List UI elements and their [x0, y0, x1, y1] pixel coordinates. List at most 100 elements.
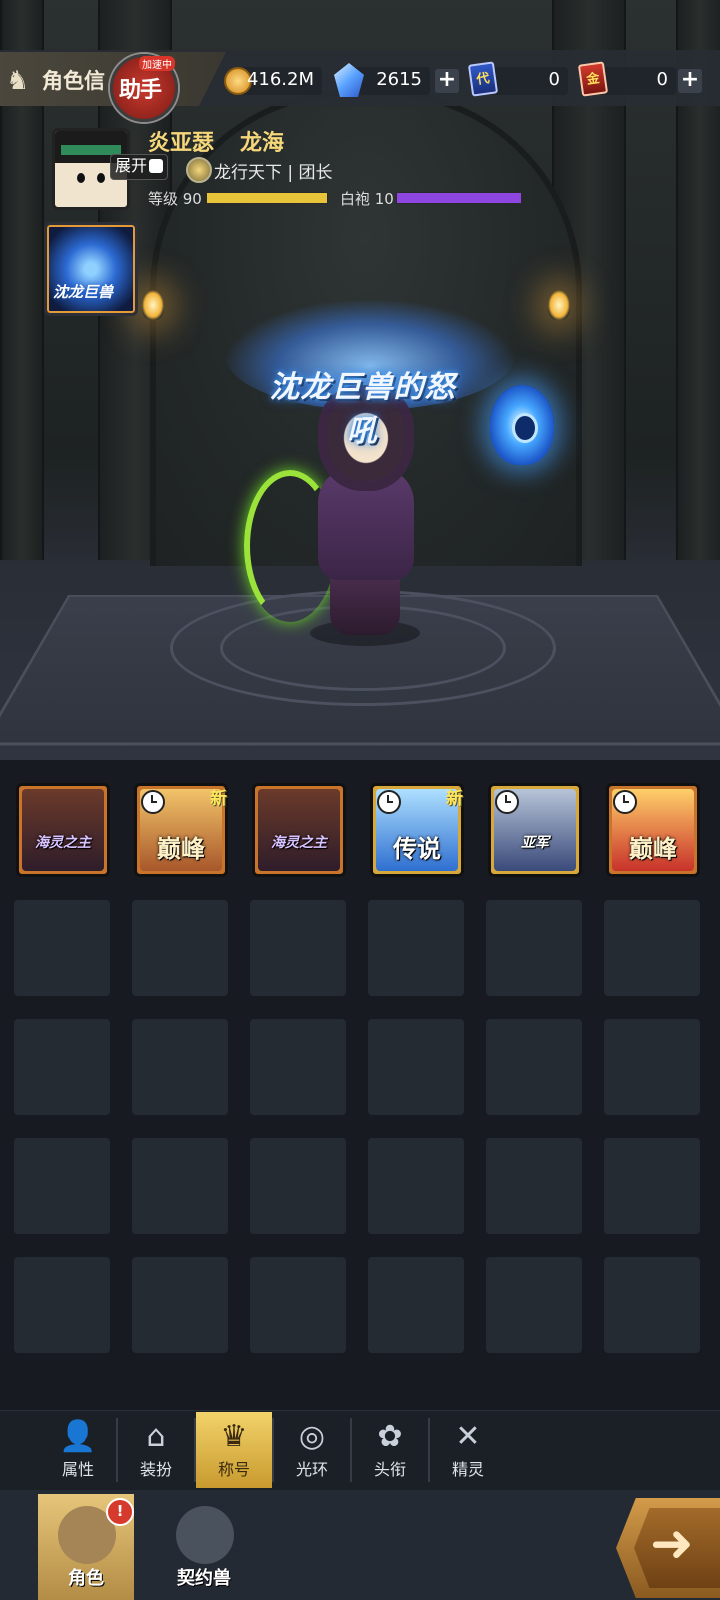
hanger-icon: ⌂ [146, 1419, 166, 1454]
next-button[interactable]: ➜ [616, 1498, 720, 1598]
paw-icon [176, 1506, 234, 1564]
tab-crown[interactable]: ♛ 称号 [196, 1412, 272, 1488]
title-item-art [22, 789, 104, 871]
title-item-label: 海灵之主 [271, 835, 327, 851]
clock-icon [495, 790, 519, 814]
empty-slot [368, 1019, 464, 1115]
torch-icon [548, 290, 570, 320]
empty-slot [486, 1257, 582, 1353]
guild-emblem-icon [186, 157, 212, 183]
page-title: 角色信 [42, 69, 105, 93]
helmet-icon: ♞ [6, 66, 30, 96]
assist-badge: 加速中 [139, 56, 175, 71]
empty-slot [604, 1138, 700, 1234]
tab-label: 属性 [61, 1460, 94, 1479]
blue-card-icon: 代 [467, 61, 499, 97]
assist-label: 助手 [119, 78, 162, 103]
title-item-label: 亚军 [521, 835, 549, 851]
empty-slot [368, 900, 464, 996]
guild-info[interactable]: 龙行天下 | 团长 [214, 158, 333, 183]
tab-halo[interactable]: ◎ 光环 [274, 1412, 350, 1488]
empty-slot [368, 1257, 464, 1353]
server-name: 龙海 [240, 131, 285, 156]
hero-armor [318, 470, 414, 580]
tab-person[interactable]: 👤 属性 [40, 1412, 116, 1488]
blue-spirit-pet[interactable] [490, 385, 554, 465]
gold-value: 416.2M [246, 69, 314, 90]
empty-slot [14, 1138, 110, 1234]
add-diamond-button[interactable]: + [435, 69, 459, 93]
title-item[interactable]: 海灵之主 [16, 783, 110, 877]
empty-slot [132, 1138, 228, 1234]
person-icon: 👤 [59, 1419, 97, 1454]
gold-counter: 416.2M [224, 67, 322, 95]
tab-emblem[interactable]: ✿ 头衔 [352, 1412, 428, 1488]
title-item-label: 传说 [393, 835, 441, 863]
hero-legs [330, 575, 400, 635]
empty-slot [14, 1019, 110, 1115]
character-scene: 沈龙巨兽的怒吼 [0, 0, 720, 760]
empty-slot [250, 1257, 346, 1353]
tab-label: 称号 [217, 1460, 250, 1479]
blue-card-counter: 代 0 [467, 61, 568, 97]
tab-character-label: 角色 [68, 1568, 104, 1589]
clock-icon [141, 790, 165, 814]
rank-progress-bar [396, 192, 522, 204]
blue-card-value: 0 [548, 69, 560, 90]
player-name: 炎亚瑟 [148, 131, 215, 156]
title-item[interactable]: 亚军 [488, 783, 582, 877]
empty-slot [486, 1138, 582, 1234]
expand-label: 展开 [115, 156, 148, 175]
empty-slot [132, 900, 228, 996]
new-badge: 新 [210, 789, 227, 809]
title-item[interactable]: 巅峰 新 [134, 783, 228, 877]
tab-label: 精灵 [451, 1460, 484, 1479]
empty-slot [604, 1019, 700, 1115]
tab-label: 装扮 [139, 1460, 172, 1479]
pet-thumbnail[interactable]: 沈龙巨兽 [44, 222, 138, 316]
avatar-eye [77, 173, 85, 183]
spirit-icon: ✕ [455, 1419, 481, 1454]
empty-slot [604, 1257, 700, 1353]
add-red-card-button[interactable]: + [678, 69, 702, 93]
tab-label: 光环 [295, 1460, 328, 1479]
alert-badge: ! [106, 1498, 134, 1526]
title-item-label: 巅峰 [157, 835, 205, 863]
title-item-label: 海灵之主 [35, 835, 91, 851]
arrow-right-icon: ➜ [650, 1514, 694, 1574]
title-item[interactable]: 海灵之主 [252, 783, 346, 877]
red-card-icon: 金 [577, 61, 609, 97]
diamond-counter: 2615 [334, 63, 430, 97]
pet-thumbnail-label: 沈龙巨兽 [53, 283, 114, 301]
torch-icon [142, 290, 164, 320]
dice-icon [149, 159, 164, 173]
title-item-art [258, 789, 340, 871]
crown-icon: ♛ [220, 1419, 248, 1454]
tab-spirit[interactable]: ✕ 精灵 [430, 1412, 506, 1488]
empty-slot [132, 1019, 228, 1115]
halo-icon: ◎ [298, 1419, 326, 1454]
title-item[interactable]: 传说 新 [370, 783, 464, 877]
assist-button[interactable]: 助手 加速中 [110, 54, 178, 122]
empty-slot [486, 1019, 582, 1115]
empty-slot [368, 1138, 464, 1234]
rank-label: 白袍 10 [340, 190, 394, 208]
empty-slot [250, 900, 346, 996]
title-item-label: 巅峰 [629, 835, 677, 863]
tab-contract-beast-label: 契约兽 [177, 1568, 231, 1589]
empty-slot [486, 900, 582, 996]
expand-button[interactable]: 展开 [110, 154, 169, 180]
emblem-icon: ✿ [377, 1419, 403, 1454]
title-item[interactable]: 巅峰 [606, 783, 700, 877]
tab-label: 头衔 [373, 1460, 406, 1479]
tab-character[interactable]: ! 角色 [38, 1494, 134, 1600]
level-label: 等级 90 [148, 190, 202, 208]
empty-slot [250, 1019, 346, 1115]
tab-contract-beast[interactable]: 契约兽 [156, 1494, 252, 1600]
red-card-value: 0 [656, 69, 668, 90]
empty-slot [604, 900, 700, 996]
tab-hanger[interactable]: ⌂ 装扮 [118, 1412, 194, 1488]
equipped-title-effect: 沈龙巨兽的怒吼 [269, 370, 456, 449]
empty-slot [250, 1138, 346, 1234]
red-card-counter: 金 0 [577, 61, 676, 97]
